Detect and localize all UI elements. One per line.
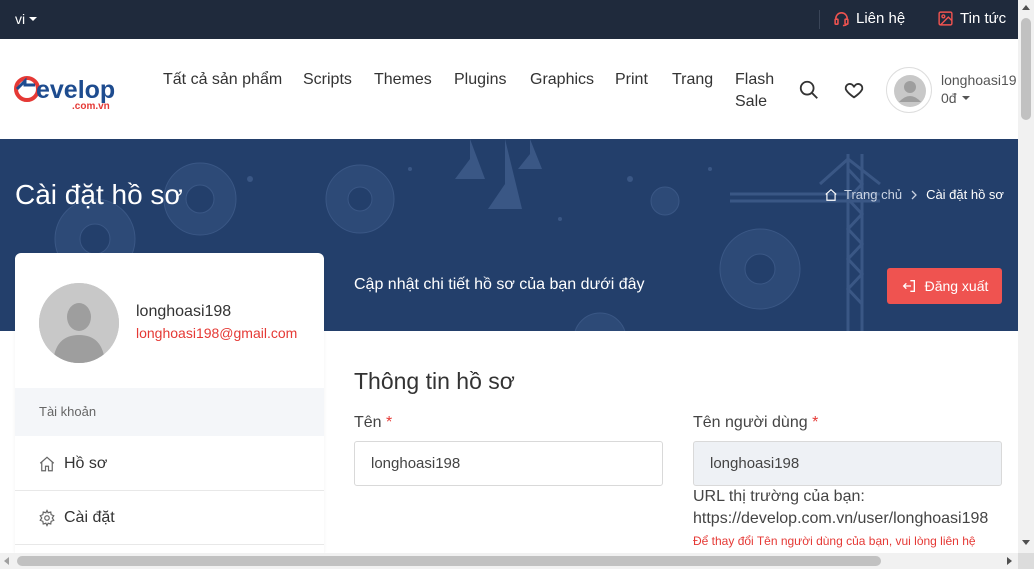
name-label-text: Tên [354,414,382,431]
required-mark: * [386,414,393,431]
svg-text:.com.vn: .com.vn [72,101,110,112]
username-label-text: Tên người dùng [693,414,808,431]
nav-plugins[interactable]: Plugins [454,69,506,91]
menu-item-label: Cài đặt [64,508,115,526]
scroll-left-icon[interactable] [4,557,9,565]
breadcrumb-home[interactable]: Trang chủ [844,187,902,202]
chevron-down-icon [29,17,38,21]
page-title: Cài đặt hồ sơ [15,179,183,210]
news-link[interactable]: Tin tức [937,10,1006,27]
logout-icon [902,280,915,292]
develop-logo-icon: evelop .com.vn [14,76,115,112]
logout-label: Đăng xuất [924,278,989,294]
nav-flash-sale[interactable]: Flash Sale [735,69,780,113]
nav-themes[interactable]: Themes [374,69,432,91]
username-input[interactable]: longhoasi198 [693,441,1002,486]
user-placeholder-icon [39,283,119,363]
nav-scripts[interactable]: Scripts [303,69,352,91]
scroll-down-icon[interactable] [1022,540,1030,545]
contact-label: Liên hệ [856,10,906,27]
top-bar: vi Liên hệ Tin tức [0,0,1018,39]
chevron-right-icon [911,190,917,199]
gear-icon [39,508,55,527]
scroll-up-icon[interactable] [1022,5,1030,10]
headset-icon [834,12,849,27]
marketplace-url: https://develop.com.vn/user/longhoasi198 [693,510,989,527]
nav-print[interactable]: Print [615,69,648,91]
vertical-scroll-thumb[interactable] [1021,18,1031,120]
nav-graphics[interactable]: Graphics [530,69,594,91]
nav-all-products[interactable]: Tất cả sản phẩm [163,69,282,91]
header-username: longhoasi19 [941,72,1017,88]
username-change-note: Để thay đổi Tên người dùng của bạn, vui … [693,534,976,548]
svg-text:evelop: evelop [36,76,115,104]
marketplace-url-label: URL thị trường của bạn: [693,488,865,505]
profile-name: longhoasi198 [136,303,232,320]
horizontal-scroll-thumb[interactable] [17,556,881,566]
user-menu[interactable]: longhoasi19 0đ [941,71,1017,107]
search-icon[interactable] [798,79,820,101]
topbar-divider [819,10,820,29]
user-avatar[interactable] [886,67,932,113]
header-balance: 0đ [941,90,957,106]
profile-card: longhoasi198 longhoasi198@gmail.com Tài … [15,253,324,553]
logout-button[interactable]: Đăng xuất [887,268,1002,304]
username-label: Tên người dùng * [693,414,818,432]
account-section-label: Tài khoản [15,388,324,436]
nav-pages[interactable]: Trang [672,69,713,91]
form-title: Thông tin hồ sơ [354,368,515,394]
scrollbar-corner [1018,553,1034,569]
breadcrumb-current: Cài đặt hồ sơ [926,187,1004,202]
menu-item-settings[interactable]: Cài đặt [15,491,324,545]
heart-icon[interactable] [843,79,865,101]
user-placeholder-icon [894,75,926,107]
home-icon [39,455,55,471]
news-icon [938,11,953,26]
menu-item-profile[interactable]: Hồ sơ [15,437,324,491]
language-selector[interactable]: vi [15,11,38,27]
vertical-scrollbar[interactable] [1018,0,1034,553]
menu-item-label: Hồ sơ [64,454,108,472]
required-mark: * [812,414,819,431]
chevron-down-icon [961,96,970,100]
name-input[interactable]: longhoasi198 [354,441,663,486]
news-label: Tin tức [960,10,1007,27]
name-label: Tên * [354,414,392,432]
site-header: evelop .com.vn Tất cả sản phẩm Scripts T… [0,39,1018,139]
name-input-value: longhoasi198 [371,455,461,472]
breadcrumb: Trang chủ Cài đặt hồ sơ [824,187,1004,202]
contact-link[interactable]: Liên hệ [833,10,905,27]
page-subtitle: Cập nhật chi tiết hồ sơ của bạn dưới đây [354,276,645,293]
scroll-right-icon[interactable] [1007,557,1012,565]
language-label: vi [15,11,26,27]
username-input-value: longhoasi198 [710,455,800,472]
profile-avatar [39,283,119,363]
site-logo[interactable]: evelop .com.vn [14,71,129,113]
home-icon [825,188,837,201]
profile-email: longhoasi198@gmail.com [136,325,298,341]
horizontal-scrollbar[interactable] [0,553,1018,569]
